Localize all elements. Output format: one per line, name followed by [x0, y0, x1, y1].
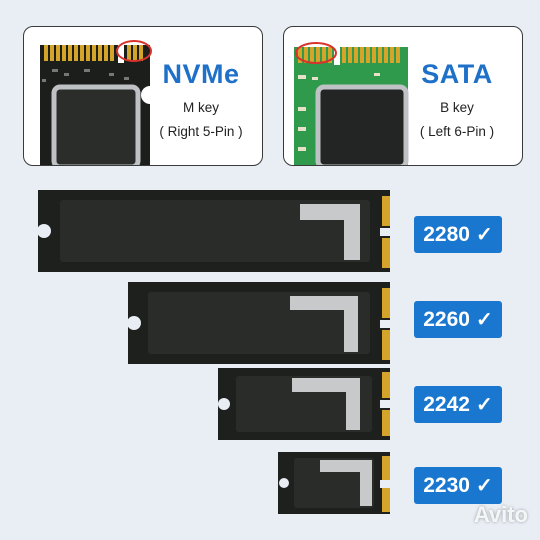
size-label: 2280	[423, 222, 470, 246]
ssd-2260-board	[127, 282, 390, 364]
sata-key-text: SATA B key ( Left 6-Pin )	[402, 59, 512, 139]
size-badge-2230: 2230 ✓	[414, 467, 502, 504]
sata-title: SATA	[421, 59, 493, 89]
check-icon: ✓	[475, 475, 493, 497]
nvme-key-label: M key	[182, 100, 219, 115]
check-icon: ✓	[475, 224, 493, 246]
size-badge-2260: 2260 ✓	[414, 301, 502, 338]
watermark: Avito	[473, 502, 528, 527]
ssd-2230-board	[278, 452, 390, 514]
size-badge-2242: 2242 ✓	[414, 386, 502, 423]
size-badge-2280: 2280 ✓	[414, 216, 502, 253]
nvme-title: NVMe	[162, 59, 240, 89]
check-icon: ✓	[475, 394, 493, 416]
ssd-size-comparison-image	[37, 190, 390, 514]
nvme-pins-label: ( Right 5-Pin )	[159, 124, 243, 139]
check-icon: ✓	[475, 309, 493, 331]
nvme-info-panel: NVMe M key ( Right 5-Pin )	[23, 26, 263, 166]
sata-info-panel: SATA B key ( Left 6-Pin )	[283, 26, 523, 166]
size-label: 2260	[423, 307, 470, 331]
size-label: 2242	[423, 392, 470, 416]
ssd-2280-board	[37, 190, 390, 272]
sata-key-label: B key	[440, 100, 474, 115]
nvme-ssd-closeup-image	[40, 40, 154, 165]
sata-pins-label: ( Left 6-Pin )	[419, 124, 495, 139]
ssd-2242-board	[218, 368, 390, 440]
sata-ssd-closeup-image	[294, 42, 409, 165]
nvme-key-text: NVMe M key ( Right 5-Pin )	[146, 59, 256, 139]
size-label: 2230	[423, 473, 470, 497]
